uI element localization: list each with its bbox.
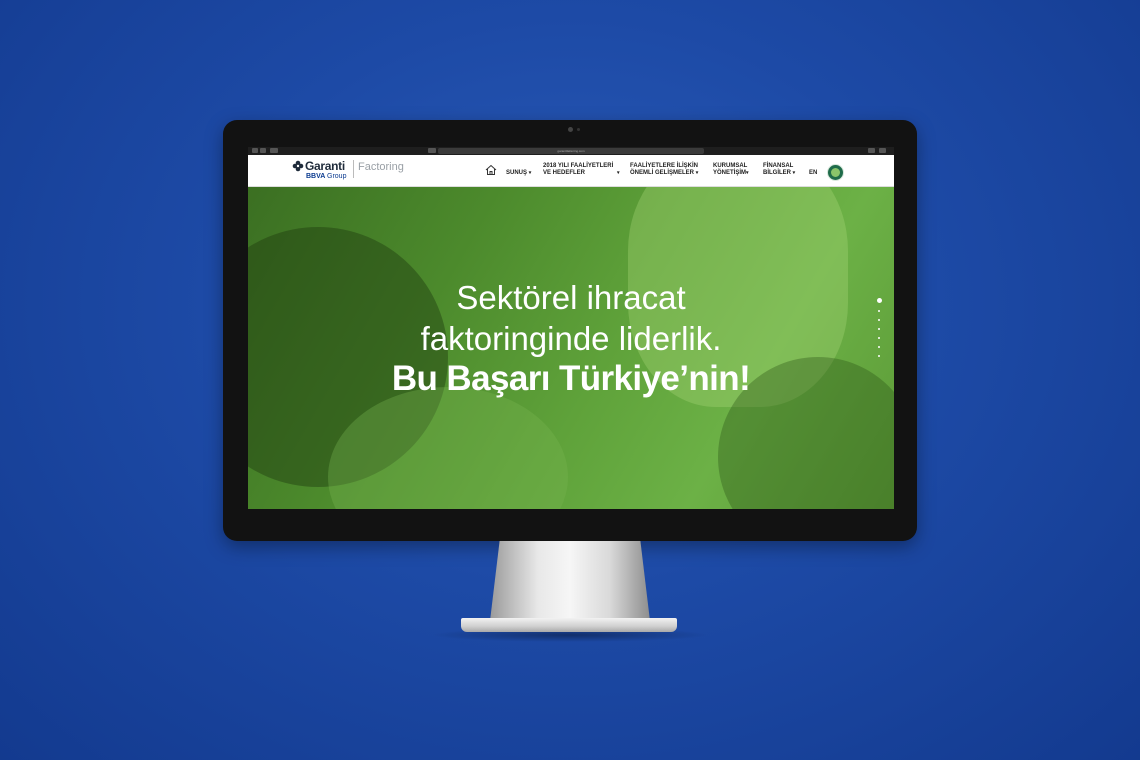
slider-dot-4[interactable] [878, 328, 880, 330]
nav-item-faaliyetler-hedefler[interactable]: 2018 YILI FAALİYETLERİ VE HEDEFLER ▾ [543, 163, 620, 177]
hero-heading-line-2: faktoringinde liderlik. [420, 320, 722, 357]
chevron-down-icon: ▾ [617, 170, 620, 176]
reader-button[interactable] [428, 148, 436, 153]
hero-slider: Sektörel ihracat faktoringinde liderlik.… [248, 187, 894, 509]
nav-item-faaliyetler-label-1: 2018 YILI FAALİYETLERİ [543, 163, 614, 169]
sidebar-toggle-button[interactable] [270, 148, 278, 153]
slider-dot-2[interactable] [878, 310, 880, 312]
nav-item-finansal-bilgiler[interactable]: FİNANSAL BİLGİLER ▾ [763, 163, 795, 177]
site-header: Garanti BBVA Group Factoring SUNUŞ ▾ 201… [248, 155, 894, 187]
hero-heading-line-1: Sektörel ihracat [456, 279, 686, 316]
nav-item-gelismeler-label-1: FAALİYETLERE İLİŞKİN [630, 163, 699, 169]
nav-item-finansal-label-1: FİNANSAL [763, 163, 794, 169]
nav-item-gelismeler-label-2: ÖNEMLİ GELİŞMELER [630, 170, 695, 176]
logo-brand: Garanti [305, 159, 345, 173]
back-button[interactable] [252, 148, 258, 153]
nav-item-sunus-label: SUNUŞ [506, 170, 528, 176]
nav-item-sunus[interactable]: SUNUŞ ▾ [506, 170, 531, 177]
nav-item-finansal-label-2: BİLGİLER [763, 170, 791, 176]
slider-dot-7[interactable] [878, 355, 880, 357]
screen: garantifaktoring.com Garanti BBVA Group … [248, 147, 894, 509]
logo-group: BBVA Group [306, 173, 346, 180]
nav-item-kurumsal-label-2: YÖNETİŞİM [713, 170, 747, 176]
tabs-button[interactable] [879, 148, 886, 153]
clover-icon [292, 160, 304, 172]
badge-emblem [831, 168, 840, 177]
monitor-stand [490, 541, 650, 621]
nav-item-faaliyetler-label-2: VE HEDEFLER [543, 170, 586, 176]
nav-item-kurumsal-label-2-row: YÖNETİŞİM▾ [713, 170, 749, 177]
nav-item-kurumsal-yonetisim[interactable]: KURUMSAL YÖNETİŞİM▾ [713, 163, 749, 177]
logo-group-suffix: Group [327, 173, 347, 180]
camera [568, 127, 573, 132]
sustainability-badge-icon[interactable] [827, 164, 844, 181]
slider-dot-1[interactable] [877, 298, 882, 303]
slider-dot-6[interactable] [878, 346, 880, 348]
logo-product: Factoring [358, 161, 404, 173]
address-bar[interactable]: garantifaktoring.com [438, 148, 704, 154]
hero-heading-line-3: Bu Başarı Türkiye’nin! [391, 359, 751, 398]
nav-item-finansal-label-2-row: BİLGİLER ▾ [763, 170, 795, 177]
chevron-down-icon: ▾ [746, 170, 749, 176]
monitor-base [461, 618, 677, 632]
browser-toolbar: garantifaktoring.com [248, 147, 894, 155]
chevron-down-icon: ▾ [792, 170, 796, 176]
chevron-down-icon: ▾ [528, 170, 532, 176]
slider-dot-3[interactable] [878, 319, 880, 321]
slider-dot-5[interactable] [878, 337, 880, 339]
logo-group-prefix: BBVA [306, 173, 326, 180]
forward-button[interactable] [260, 148, 266, 153]
chevron-down-icon: ▾ [695, 170, 699, 176]
language-switch[interactable]: EN [809, 170, 817, 176]
nav-item-kurumsal-label-1: KURUMSAL [713, 163, 748, 169]
home-icon[interactable] [485, 164, 497, 176]
nav-item-gelismeler-label-2-row: ÖNEMLİ GELİŞMELER ▾ [630, 170, 698, 177]
nav-item-faaliyetler-label-2-row: VE HEDEFLER ▾ [543, 170, 620, 177]
share-button[interactable] [868, 148, 875, 153]
logo-divider [353, 160, 354, 178]
nav-item-onemli-gelismeler[interactable]: FAALİYETLERE İLİŞKİN ÖNEMLİ GELİŞMELER ▾ [630, 163, 698, 177]
monitor: garantifaktoring.com Garanti BBVA Group … [223, 120, 917, 541]
camera-sensor [577, 128, 580, 131]
